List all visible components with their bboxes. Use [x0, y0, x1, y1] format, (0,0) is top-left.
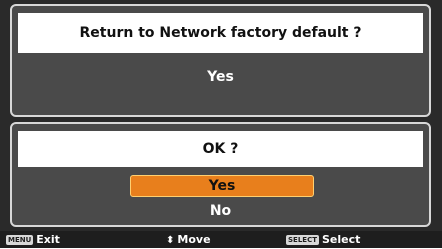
confirm-yes-button[interactable]: Yes [130, 175, 314, 197]
exit-label: Exit [36, 233, 60, 246]
confirm-dialog: OK ? Yes No [10, 122, 431, 227]
select-key-icon: SELECT [286, 235, 319, 245]
select-label: Select [321, 233, 361, 246]
confirm-no-button[interactable]: No [12, 200, 429, 222]
menu-key-icon: MENU [6, 235, 34, 245]
osd-screen: Return to Network factory default ? Yes … [0, 0, 442, 248]
confirm-question: OK ? [18, 131, 423, 167]
move-hint: ⬍ Move [166, 231, 211, 248]
factory-default-question: Return to Network factory default ? [18, 13, 423, 53]
factory-default-dialog: Return to Network factory default ? Yes [10, 4, 431, 117]
key-hint-bar: MENU Exit ⬍ Move SELECT Select [0, 231, 442, 248]
move-label: Move [177, 233, 211, 246]
exit-hint: MENU Exit [6, 231, 60, 248]
select-hint: SELECT Select [286, 231, 360, 248]
factory-default-yes-option[interactable]: Yes [12, 64, 429, 90]
up-down-arrow-icon: ⬍ [166, 235, 175, 246]
